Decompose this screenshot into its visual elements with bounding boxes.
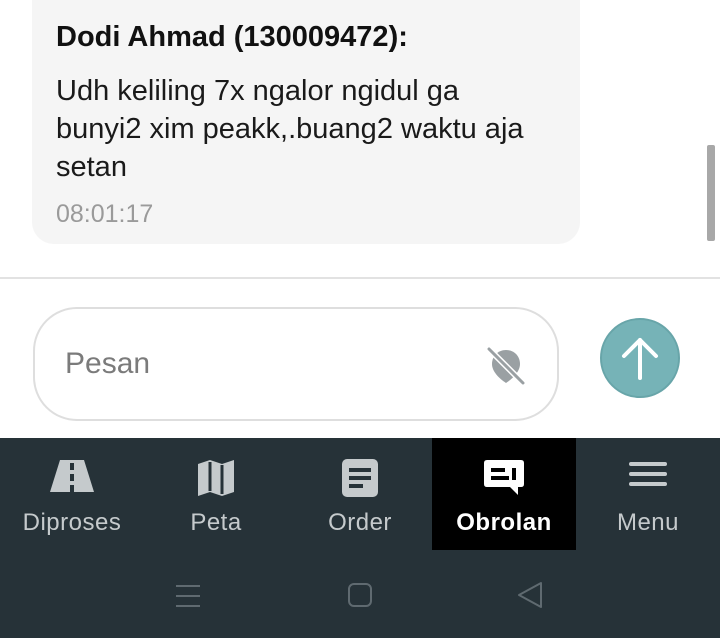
nav-label-diproses: Diproses: [22, 509, 122, 536]
nav-label-obrolan: Obrolan: [456, 509, 552, 536]
nav-item-obrolan[interactable]: Obrolan: [432, 438, 576, 550]
menu-icon: [629, 462, 667, 486]
scrollbar[interactable]: [707, 145, 715, 241]
nav-item-order[interactable]: Order: [288, 438, 432, 550]
send-button[interactable]: [600, 318, 680, 398]
message-bubble[interactable]: Dodi Ahmad (130009472): Udh keliling 7x …: [32, 0, 580, 244]
bottom-navigation: Diproses Peta Order Obrolan Menu: [0, 438, 720, 560]
message-input[interactable]: Pesan: [33, 307, 559, 421]
nav-label-menu: Menu: [616, 509, 680, 536]
message-composer: Pesan: [0, 279, 720, 438]
chat-area[interactable]: Dodi Ahmad (130009472): Udh keliling 7x …: [0, 0, 720, 277]
nav-item-peta[interactable]: Peta: [144, 438, 288, 550]
back-icon[interactable]: [511, 578, 551, 614]
arrow-up-icon: [622, 338, 658, 380]
nav-item-diproses[interactable]: Diproses: [0, 438, 144, 550]
recents-icon[interactable]: [168, 578, 208, 614]
nav-label-order: Order: [328, 509, 392, 536]
message-input-placeholder: Pesan: [65, 347, 151, 380]
nav-item-menu[interactable]: Menu: [576, 438, 720, 550]
chat-icon: [484, 460, 524, 495]
nav-label-peta: Peta: [190, 509, 242, 536]
message-sender: Dodi Ahmad (130009472):: [56, 21, 408, 53]
road-icon: [50, 460, 94, 492]
document-icon: [342, 459, 378, 497]
message-text: Udh keliling 7x ngalor ngidul ga bunyi2 …: [56, 75, 524, 183]
home-icon[interactable]: [340, 578, 380, 614]
location-off-icon[interactable]: [483, 343, 529, 389]
map-icon: [198, 460, 234, 496]
system-navigation-bar: [0, 560, 720, 638]
message-timestamp: 08:01:17: [56, 200, 154, 228]
